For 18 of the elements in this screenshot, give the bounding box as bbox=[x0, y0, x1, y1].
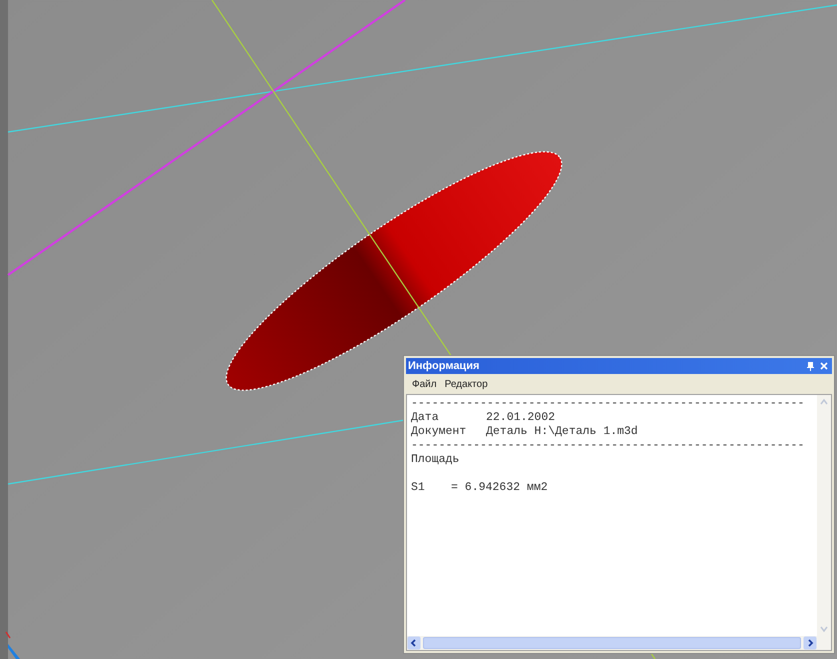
field-value: 22.01.2002 bbox=[486, 411, 556, 425]
result-label: S1 bbox=[411, 481, 426, 495]
menu-item[interactable]: Редактор bbox=[442, 380, 490, 390]
menu-item[interactable]: Файл bbox=[410, 380, 439, 390]
panel-title: Информация bbox=[408, 360, 480, 372]
field-label: Документ bbox=[411, 425, 468, 439]
scroll-right-icon[interactable] bbox=[803, 636, 817, 650]
pin-icon[interactable] bbox=[807, 362, 814, 370]
separator-text: --------------------------------------------------------- bbox=[411, 439, 806, 453]
scrollbar-thumb[interactable] bbox=[423, 637, 801, 649]
close-icon[interactable] bbox=[820, 362, 828, 370]
field-label: Дата bbox=[411, 411, 440, 425]
separator-text: --------------------------------------------------------- bbox=[411, 397, 806, 411]
scroll-left-icon[interactable] bbox=[407, 636, 421, 650]
field-value: Деталь H:\Деталь 1.m3d bbox=[486, 425, 638, 439]
section-heading: Площадь bbox=[411, 453, 460, 467]
result-value: = 6.942632 мм2 bbox=[451, 481, 548, 495]
axis-triad-icon bbox=[5, 632, 20, 659]
